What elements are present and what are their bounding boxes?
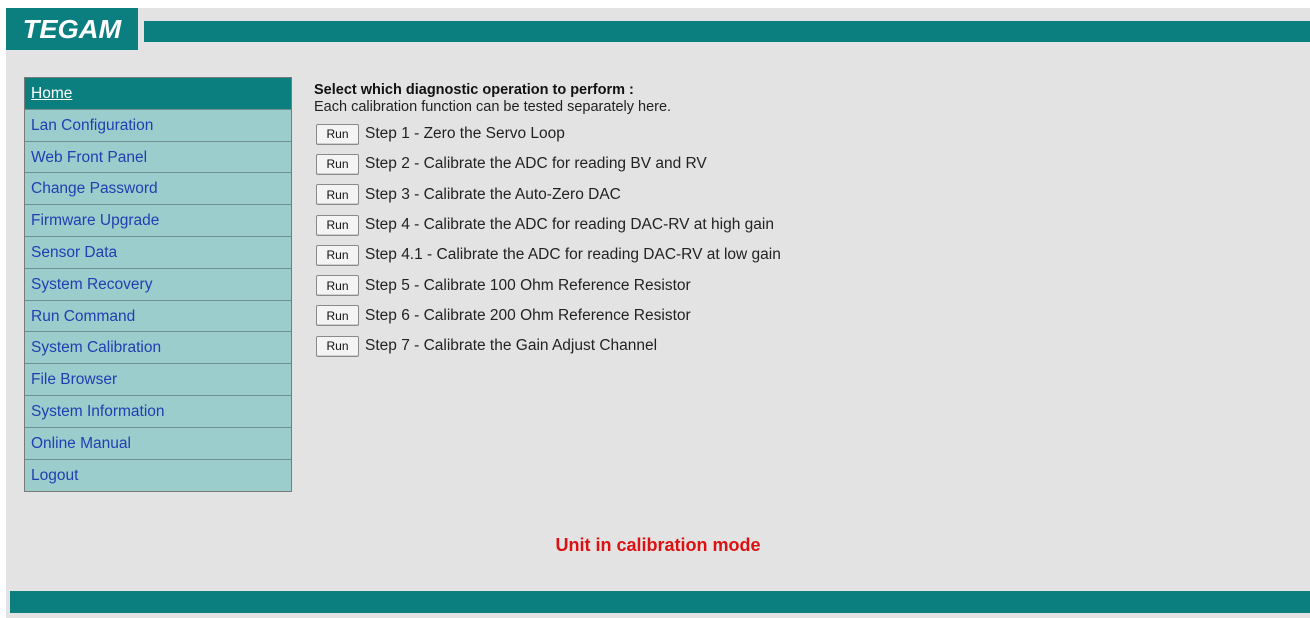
run-step-4-button[interactable]: Run: [316, 214, 359, 236]
step-row: Run Step 4 - Calibrate the ADC for readi…: [314, 210, 781, 240]
page: TEGAM Home Lan Configuration Web Front P…: [6, 8, 1310, 618]
run-step-5-button[interactable]: Run: [316, 275, 359, 297]
step-3-label: Step 3 - Calibrate the Auto-Zero DAC: [365, 185, 621, 203]
step-4-1-label: Step 4.1 - Calibrate the ADC for reading…: [365, 246, 781, 264]
sidebar-item-run-command[interactable]: Run Command: [25, 300, 291, 333]
step-row: Run Step 6 - Calibrate 200 Ohm Reference…: [314, 301, 781, 331]
page-heading: Select which diagnostic operation to per…: [314, 82, 634, 98]
sidebar-item-system-information[interactable]: System Information: [25, 395, 291, 428]
footer-bar: [10, 591, 1310, 613]
step-row: Run Step 5 - Calibrate 100 Ohm Reference…: [314, 270, 781, 300]
calibration-status: Unit in calibration mode: [555, 535, 761, 555]
step-row: Run Step 7 - Calibrate the Gain Adjust C…: [314, 331, 781, 361]
step-row: Run Step 2 - Calibrate the ADC for readi…: [314, 149, 781, 179]
header-bar: [144, 21, 1310, 42]
step-row: Run Step 4.1 - Calibrate the ADC for rea…: [314, 240, 781, 270]
sidebar-item-sensor-data[interactable]: Sensor Data: [25, 236, 291, 269]
sidebar-item-system-recovery[interactable]: System Recovery: [25, 268, 291, 301]
run-step-7-button[interactable]: Run: [316, 335, 359, 357]
sidebar-item-firmware-upgrade[interactable]: Firmware Upgrade: [25, 205, 291, 237]
run-step-3-button[interactable]: Run: [316, 184, 359, 206]
sidebar-nav: Home Lan Configuration Web Front Panel C…: [24, 77, 292, 493]
sidebar-item-home[interactable]: Home: [25, 78, 291, 110]
step-1-label: Step 1 - Zero the Servo Loop: [365, 125, 565, 143]
sidebar-item-lan-configuration[interactable]: Lan Configuration: [25, 109, 291, 142]
tegam-logo: TEGAM: [6, 8, 138, 50]
step-7-label: Step 7 - Calibrate the Gain Adjust Chann…: [365, 337, 658, 355]
step-row: Run Step 3 - Calibrate the Auto-Zero DAC: [314, 180, 781, 210]
sidebar-item-online-manual[interactable]: Online Manual: [25, 427, 291, 460]
step-4-label: Step 4 - Calibrate the ADC for reading D…: [365, 216, 774, 234]
run-step-6-button[interactable]: Run: [316, 305, 359, 327]
step-row: Run Step 1 - Zero the Servo Loop: [314, 119, 781, 149]
sidebar-item-web-front-panel[interactable]: Web Front Panel: [25, 141, 291, 174]
main-content: Select which diagnostic operation to per…: [314, 82, 781, 361]
step-5-label: Step 5 - Calibrate 100 Ohm Reference Res…: [365, 276, 691, 294]
sidebar-item-logout[interactable]: Logout: [25, 459, 291, 492]
sidebar-item-system-calibration[interactable]: System Calibration: [25, 332, 291, 365]
step-6-label: Step 6 - Calibrate 200 Ohm Reference Res…: [365, 306, 691, 324]
sidebar-item-change-password[interactable]: Change Password: [25, 173, 291, 206]
sidebar-item-file-browser[interactable]: File Browser: [25, 364, 291, 396]
run-step-2-button[interactable]: Run: [316, 153, 359, 175]
step-2-label: Step 2 - Calibrate the ADC for reading B…: [365, 155, 707, 173]
logo-text: TEGAM: [22, 13, 122, 44]
run-step-1-button[interactable]: Run: [316, 123, 359, 145]
run-step-4-1-button[interactable]: Run: [316, 244, 359, 266]
page-subheading: Each calibration function can be tested …: [314, 99, 672, 115]
